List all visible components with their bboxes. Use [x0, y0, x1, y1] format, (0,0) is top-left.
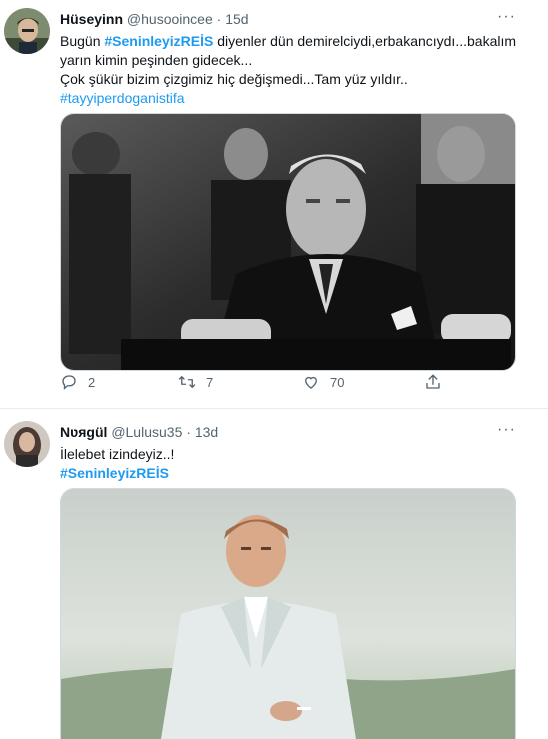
- tweet-text: İlelebet izindeyiz..! #SeninleyizREİS: [60, 445, 520, 483]
- share-button[interactable]: [424, 373, 442, 391]
- tweet-image[interactable]: [60, 488, 516, 739]
- avatar[interactable]: [4, 421, 50, 467]
- text-fragment: diyenler dün demirelciydi,erbakancıydı..…: [213, 33, 517, 49]
- heart-icon: [305, 376, 317, 389]
- display-name[interactable]: Hüseyinn: [60, 11, 123, 27]
- separator: ·: [216, 11, 222, 27]
- separator: ·: [186, 424, 191, 440]
- more-icon[interactable]: ···: [497, 421, 516, 439]
- hashtag-link[interactable]: #SeninleyizREİS: [104, 33, 213, 49]
- handle[interactable]: @husooincee: [127, 11, 213, 27]
- reply-button[interactable]: 2: [60, 373, 95, 391]
- like-count: 70: [330, 374, 345, 390]
- text-fragment: Bugün: [60, 33, 105, 49]
- tweet-actions: 2 7 70: [60, 373, 514, 403]
- tweet-line: Bugün #SeninleyizREİS diyenler dün demir…: [60, 32, 520, 51]
- tweet: Hüseyinn @husooincee · 15d ··· Bugün #Se…: [0, 0, 548, 409]
- tweet: Nʋяgül @Lulusu35 · 13d ··· İlelebet izin…: [0, 409, 548, 739]
- tweet-line: Çok şükür bizim çizgimiz hiç değişmedi..…: [60, 71, 408, 87]
- handle[interactable]: @Lulusu35: [111, 424, 182, 440]
- tweet-header: Hüseyinn @husooincee · 15d: [60, 10, 249, 28]
- like-button[interactable]: 70: [302, 373, 344, 391]
- hashtag-link[interactable]: #tayyiperdoganistifa: [60, 90, 185, 106]
- retweet-icon: [178, 376, 196, 388]
- color-portrait-photo-icon: [61, 489, 515, 739]
- retweet-count: 7: [206, 374, 214, 390]
- tweet-line: yarın kimin peşinden gidecek...: [60, 52, 253, 68]
- tweet-line: İlelebet izindeyiz..!: [60, 446, 175, 462]
- reply-count: 2: [88, 374, 96, 390]
- avatar[interactable]: [4, 8, 50, 54]
- tweet-header: Nʋяgül @Lulusu35 · 13d: [60, 423, 218, 441]
- tweet-text: Bugün #SeninleyizREİS diyenler dün demir…: [60, 32, 520, 108]
- share-icon: [426, 374, 440, 389]
- retweet-button[interactable]: 7: [178, 373, 213, 391]
- display-name[interactable]: Nʋяgül: [60, 424, 107, 440]
- timestamp[interactable]: 15d: [225, 11, 248, 27]
- timestamp[interactable]: 13d: [195, 424, 218, 440]
- hashtag-link[interactable]: #SeninleyizREİS: [60, 465, 169, 481]
- more-icon[interactable]: ···: [497, 8, 516, 26]
- bw-portrait-photo-icon: [61, 114, 515, 370]
- reply-icon: [62, 375, 76, 390]
- tweet-image[interactable]: [60, 113, 516, 371]
